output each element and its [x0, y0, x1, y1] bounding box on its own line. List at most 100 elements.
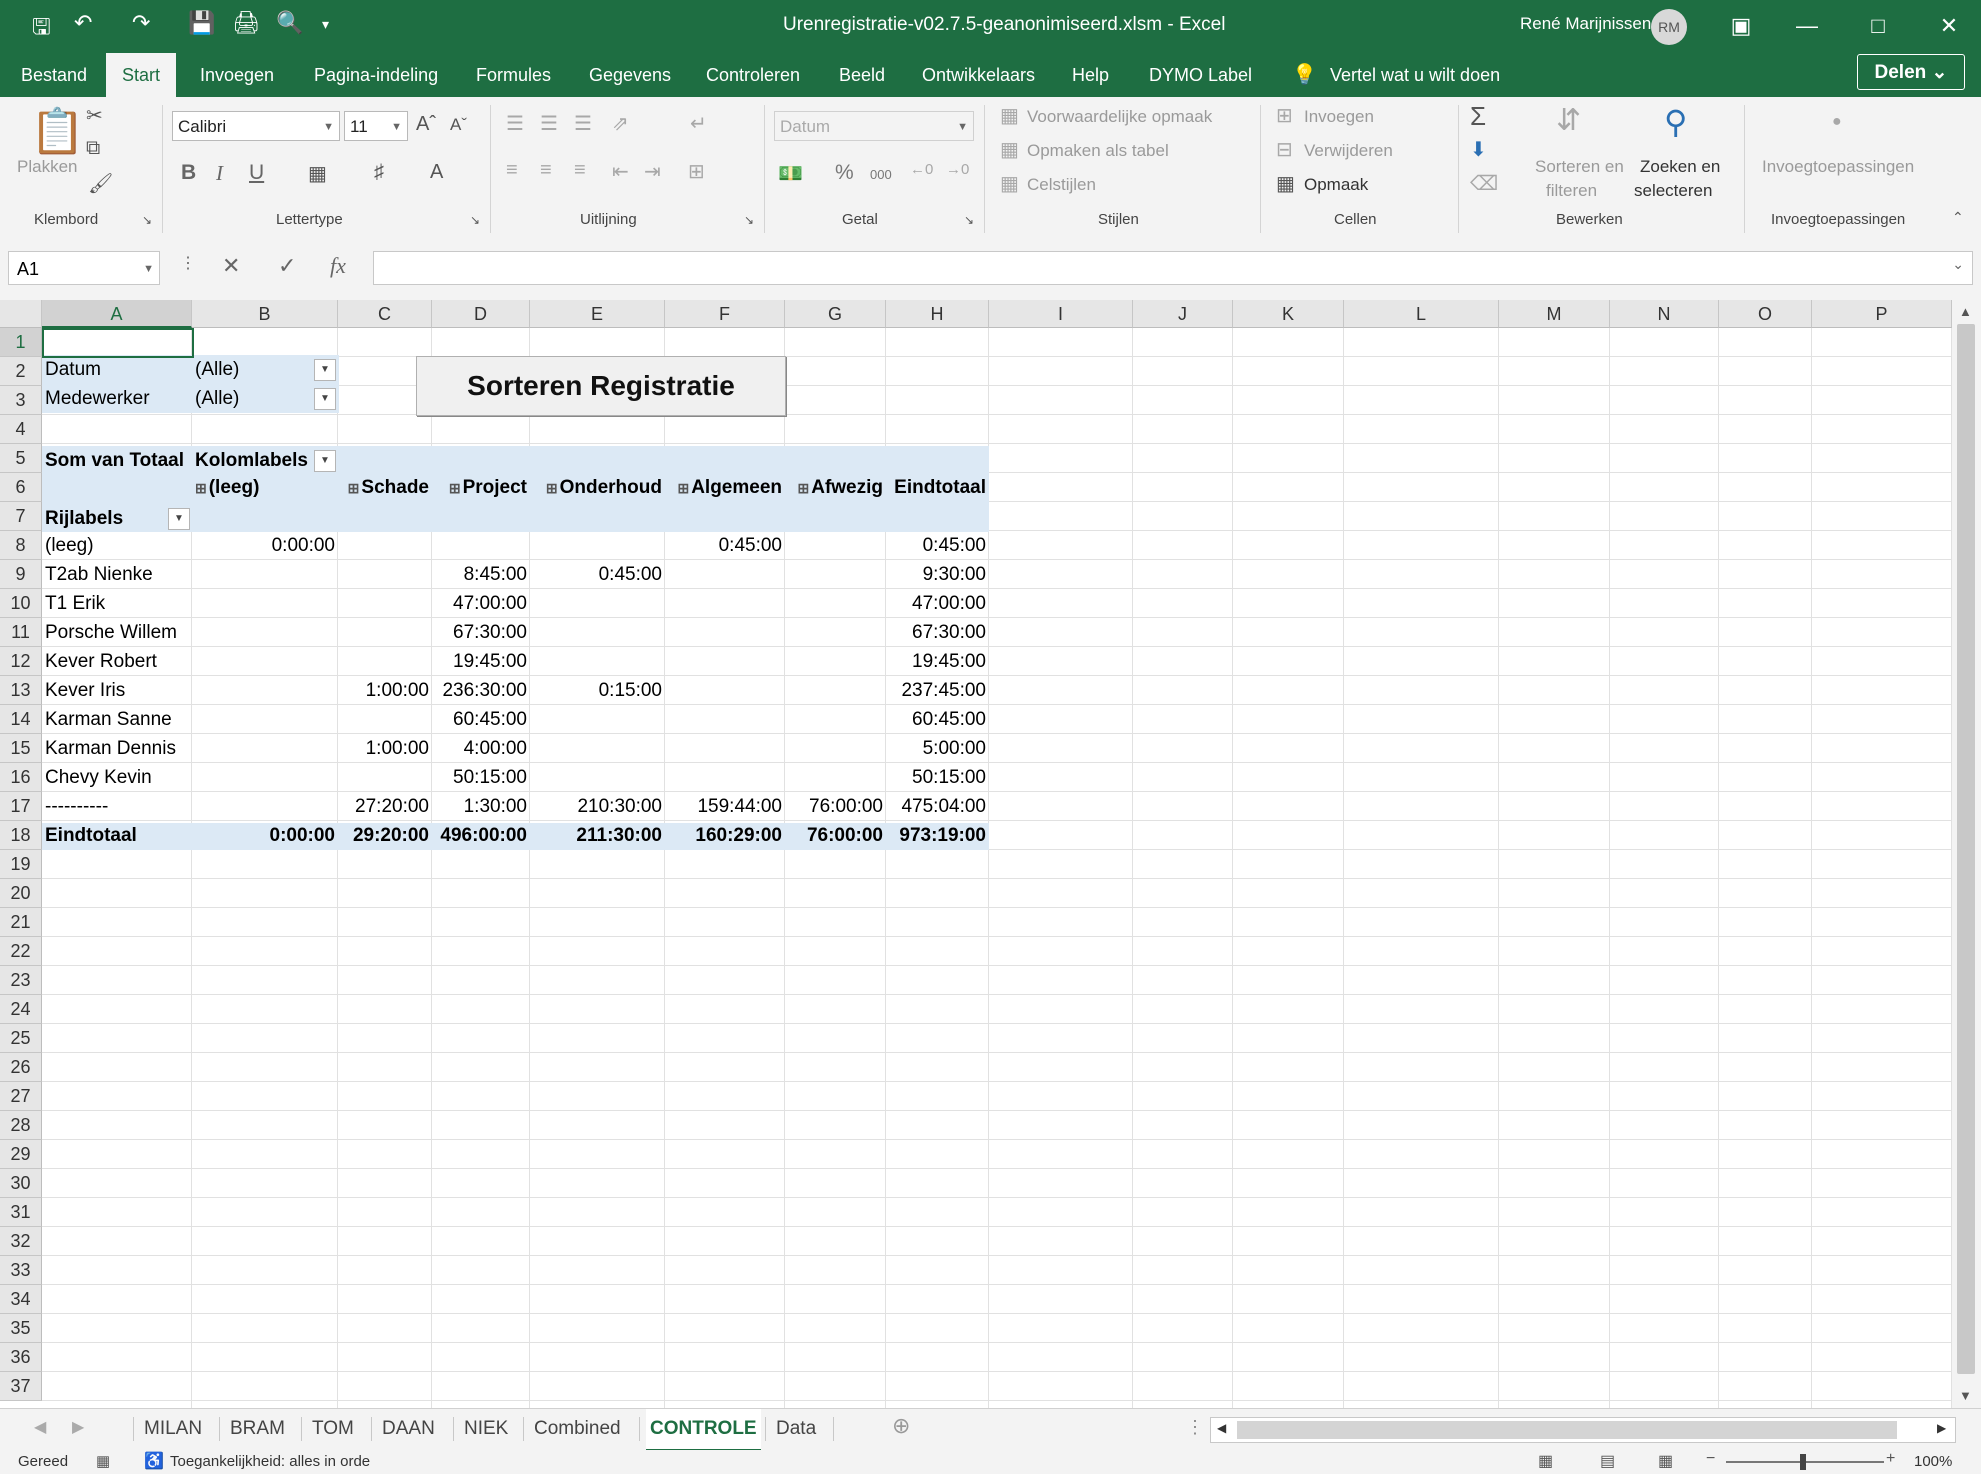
pivot-row-value[interactable]: 0:00:00: [192, 531, 338, 560]
fill-icon[interactable]: ⬇: [1470, 137, 1487, 162]
name-box[interactable]: A1 ▼: [8, 251, 160, 285]
tab-data[interactable]: Gegevens: [585, 53, 675, 97]
tab-home[interactable]: Start: [106, 53, 177, 97]
enter-icon[interactable]: ✓: [278, 253, 296, 279]
format-painter-icon[interactable]: 🖌: [88, 171, 113, 196]
scroll-left-icon[interactable]: ◀: [1217, 1421, 1226, 1435]
row-header-11[interactable]: 11: [0, 618, 42, 647]
column-header-i[interactable]: I: [989, 300, 1133, 328]
formula-input[interactable]: ⌄: [373, 251, 1973, 285]
pivot-row-label[interactable]: Kever Robert: [42, 647, 192, 676]
column-header-j[interactable]: J: [1133, 300, 1233, 328]
tab-insert[interactable]: Invoegen: [196, 53, 278, 97]
pivot-row-value[interactable]: 1:00:00: [338, 734, 432, 763]
pivot-row-value[interactable]: 1:30:00: [432, 792, 530, 821]
row-header-15[interactable]: 15: [0, 734, 42, 763]
tab-page-layout[interactable]: Pagina-indeling: [310, 53, 442, 97]
paste-button[interactable]: Plakken: [17, 157, 77, 177]
row-header-13[interactable]: 13: [0, 676, 42, 705]
sheet-tab-bram[interactable]: BRAM: [226, 1409, 289, 1449]
row-header-8[interactable]: 8: [0, 531, 42, 560]
pivot-total-value[interactable]: 160:29:00: [665, 821, 785, 850]
pivot-row-value[interactable]: 27:20:00: [338, 792, 432, 821]
row-header-4[interactable]: 4: [0, 415, 42, 444]
row-header-35[interactable]: 35: [0, 1314, 42, 1343]
pivot-row-value[interactable]: 67:30:00: [432, 618, 530, 647]
save-as-icon[interactable]: 💾: [188, 10, 215, 36]
fill-color-icon[interactable]: ♯: [374, 161, 384, 184]
find-select-label-2[interactable]: selecteren: [1634, 181, 1712, 201]
row-header-12[interactable]: 12: [0, 647, 42, 676]
paste-icon[interactable]: 📋: [30, 105, 85, 157]
row-header-22[interactable]: 22: [0, 937, 42, 966]
decrease-indent-icon[interactable]: ⇤: [612, 159, 629, 184]
horizontal-scroll-thumb[interactable]: [1237, 1421, 1897, 1439]
column-header-l[interactable]: L: [1344, 300, 1499, 328]
horizontal-scrollbar[interactable]: ◀ ▶: [1210, 1417, 1956, 1443]
row-header-21[interactable]: 21: [0, 908, 42, 937]
font-launcher-icon[interactable]: ↘: [470, 213, 480, 227]
borders-icon[interactable]: ▦: [308, 161, 327, 186]
accessibility-status[interactable]: Toegankelijkheid: alles in orde: [170, 1453, 370, 1470]
tab-file[interactable]: Bestand: [17, 53, 91, 97]
normal-view-icon[interactable]: ▦: [1538, 1451, 1553, 1471]
user-name[interactable]: René Marijnissen: [1520, 14, 1651, 34]
row-header-25[interactable]: 25: [0, 1024, 42, 1053]
scroll-right-icon[interactable]: ▶: [1937, 1421, 1946, 1435]
insert-function-button[interactable]: fx: [330, 253, 346, 279]
column-header-c[interactable]: C: [338, 300, 432, 328]
orientation-icon[interactable]: ⇗: [612, 111, 629, 136]
number-format-select[interactable]: Datum ▼: [774, 111, 974, 141]
row-header-26[interactable]: 26: [0, 1053, 42, 1082]
row-header-37[interactable]: 37: [0, 1372, 42, 1401]
sheet-tab-daan[interactable]: DAAN: [378, 1409, 439, 1449]
filter-dropdown-employee[interactable]: ▼: [314, 388, 336, 410]
increase-font-icon[interactable]: Aˆ: [416, 113, 436, 136]
font-color-icon[interactable]: A: [430, 161, 443, 184]
row-header-16[interactable]: 16: [0, 763, 42, 792]
pivot-row-label[interactable]: ----------: [42, 792, 192, 821]
alignment-launcher-icon[interactable]: ↘: [744, 213, 754, 227]
addins-button[interactable]: Invoegtoepassingen: [1762, 157, 1914, 177]
pivot-total-value[interactable]: 29:20:00: [338, 821, 432, 850]
underline-button[interactable]: U: [249, 161, 264, 185]
row-header-24[interactable]: 24: [0, 995, 42, 1024]
tab-split-handle-icon[interactable]: ⋮: [1186, 1417, 1204, 1438]
row-header-29[interactable]: 29: [0, 1140, 42, 1169]
pivot-row-label[interactable]: Chevy Kevin: [42, 763, 192, 792]
pivot-total-value[interactable]: 76:00:00: [785, 821, 886, 850]
expand-icon[interactable]: ⊞: [677, 480, 689, 496]
avatar[interactable]: RM: [1651, 9, 1687, 45]
pivot-row-value[interactable]: 50:15:00: [886, 763, 989, 792]
macro-record-icon[interactable]: ▦: [96, 1452, 110, 1470]
tab-scroll-right-icon[interactable]: ▶: [72, 1417, 84, 1437]
pivot-row-value[interactable]: 47:00:00: [432, 589, 530, 618]
column-header-b[interactable]: B: [192, 300, 338, 328]
font-name-input[interactable]: Calibri ▼: [172, 111, 340, 141]
sheet-tab-data[interactable]: Data: [772, 1409, 820, 1449]
row-header-20[interactable]: 20: [0, 879, 42, 908]
column-header-o[interactable]: O: [1719, 300, 1812, 328]
thousands-button[interactable]: 000: [870, 167, 892, 182]
row-header-36[interactable]: 36: [0, 1343, 42, 1372]
column-header-g[interactable]: G: [785, 300, 886, 328]
clear-icon[interactable]: ⌫: [1470, 171, 1498, 196]
pivot-row-label[interactable]: Karman Sanne: [42, 705, 192, 734]
pivot-row-value[interactable]: 8:45:00: [432, 560, 530, 589]
tab-dymo-label[interactable]: DYMO Label: [1145, 53, 1256, 97]
sheet-tab-milan[interactable]: MILAN: [140, 1409, 206, 1449]
align-left-icon[interactable]: ≡: [506, 159, 518, 182]
row-header-14[interactable]: 14: [0, 705, 42, 734]
cancel-icon[interactable]: ✕: [222, 253, 240, 279]
row-header-5[interactable]: 5: [0, 444, 42, 473]
undo-icon[interactable]: ↶: [74, 10, 92, 36]
pivot-row-value[interactable]: 0:45:00: [530, 560, 665, 589]
pivot-row-value[interactable]: 47:00:00: [886, 589, 989, 618]
print-preview-icon[interactable]: 🔍: [276, 10, 303, 36]
row-header-27[interactable]: 27: [0, 1082, 42, 1111]
vertical-scroll-thumb[interactable]: [1957, 324, 1975, 1374]
pivot-row-value[interactable]: 236:30:00: [432, 676, 530, 705]
decrease-decimal-icon[interactable]: →0: [946, 161, 969, 178]
sheet-tab-controle[interactable]: CONTROLE: [646, 1409, 761, 1452]
align-middle-icon[interactable]: ☰: [540, 111, 558, 136]
